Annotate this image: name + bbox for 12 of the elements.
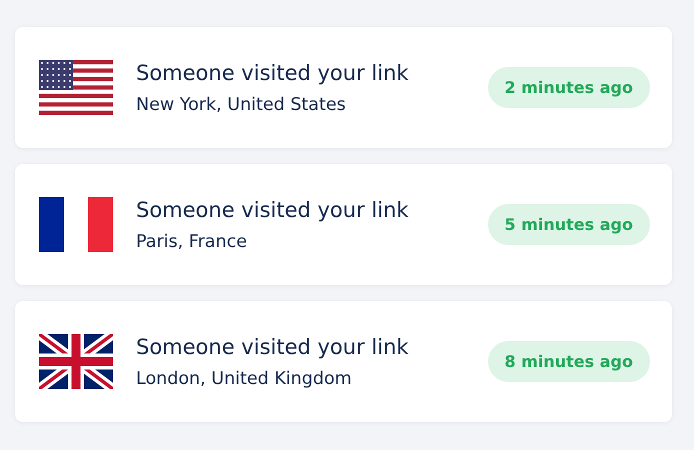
flag-icon (39, 197, 113, 252)
notification-title: Someone visited your link (136, 60, 410, 84)
time-badge: 5 minutes ago (488, 204, 650, 245)
time-badge: 8 minutes ago (488, 341, 650, 382)
notification-title: Someone visited your link (136, 198, 410, 222)
notification-title: Someone visited your link (136, 334, 410, 358)
location-text: London, United Kingdom (136, 368, 353, 388)
location-text: New York, United States (136, 94, 347, 114)
flag-icon (39, 60, 113, 115)
location-text: Paris, France (136, 232, 248, 252)
time-badge: 2 minutes ago (488, 67, 650, 108)
flag-icon (39, 334, 113, 389)
